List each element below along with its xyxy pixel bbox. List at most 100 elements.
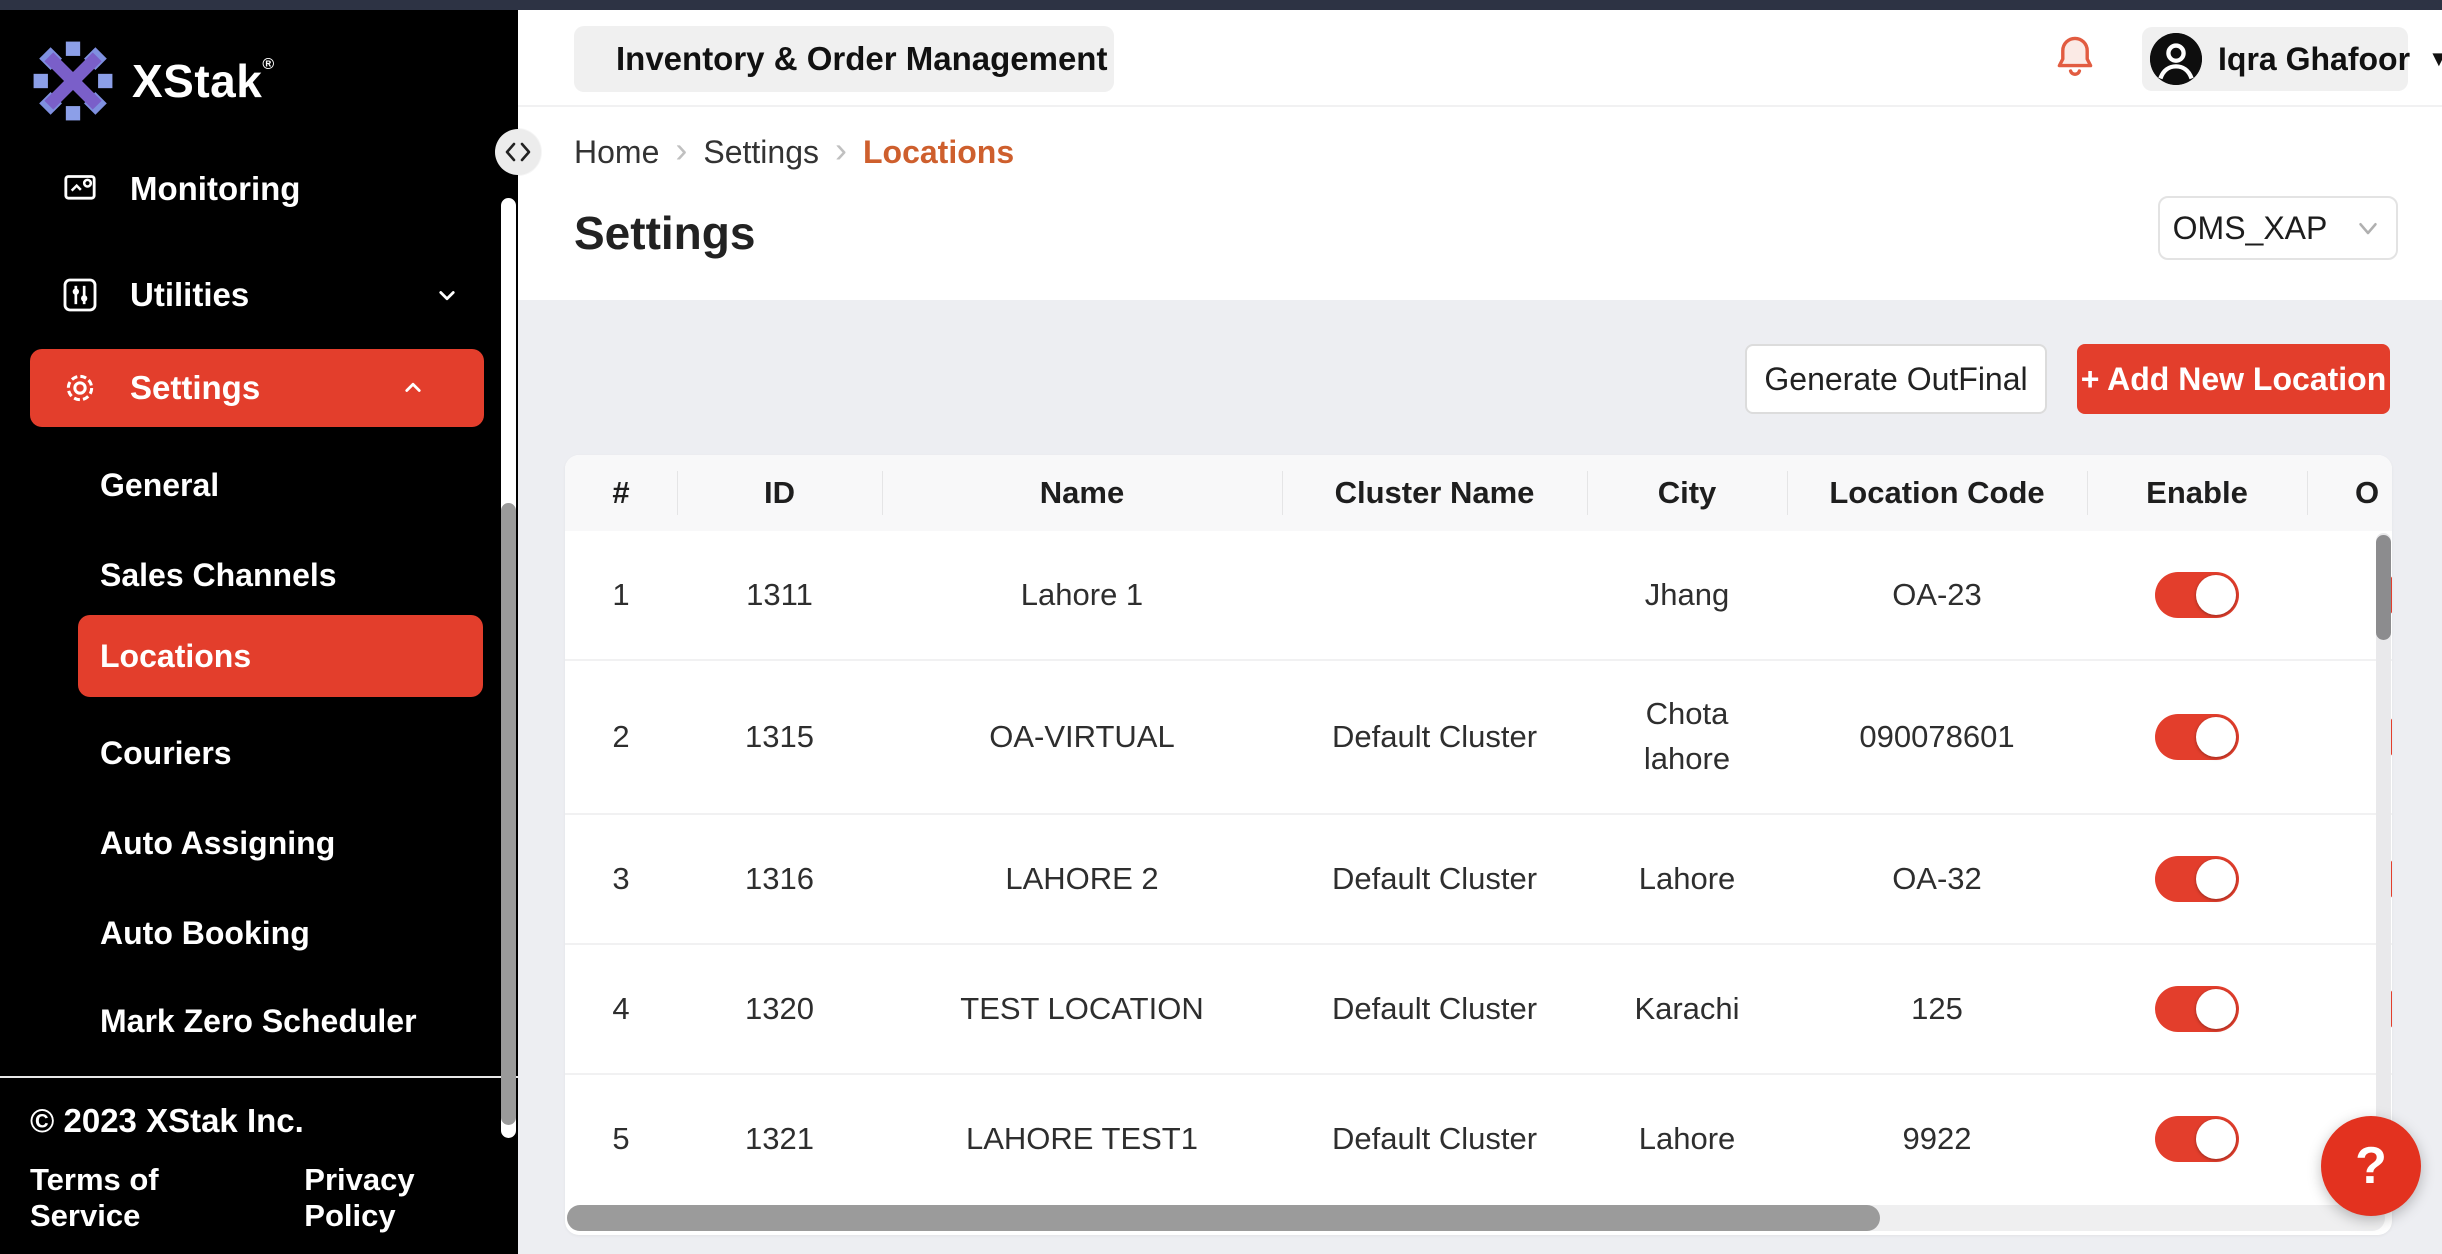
breadcrumb-current: Locations bbox=[863, 134, 1014, 171]
enable-toggle[interactable] bbox=[2155, 986, 2239, 1032]
workspace-select-value: OMS_XAP bbox=[2173, 210, 2328, 247]
cell-location-code: OA-32 bbox=[1787, 815, 2087, 943]
toggle-knob bbox=[2196, 859, 2236, 899]
notifications-bell-icon[interactable] bbox=[2050, 32, 2100, 84]
sidebar-item-auto-booking[interactable]: Auto Booking bbox=[0, 905, 518, 961]
sidebar-collapse-button[interactable] bbox=[495, 129, 541, 175]
enable-toggle[interactable] bbox=[2155, 1116, 2239, 1162]
sidebar-item-general[interactable]: General bbox=[0, 457, 518, 513]
column-header-name: Name bbox=[882, 455, 1282, 531]
cell-city: Lahore bbox=[1587, 815, 1787, 943]
cell-id: 1321 bbox=[677, 1075, 882, 1203]
workspace-select[interactable]: OMS_XAP bbox=[2158, 196, 2398, 260]
breadcrumb: Home › Settings › Locations bbox=[574, 134, 1014, 171]
sidebar: XStak® Monitoring Utilities Settings Genera… bbox=[0, 10, 518, 1254]
cell-city: Chota lahore bbox=[1587, 661, 1787, 813]
sidebar-item-label: Couriers bbox=[100, 735, 232, 772]
column-header-location-code: Location Code bbox=[1787, 455, 2087, 531]
sidebar-item-couriers[interactable]: Couriers bbox=[0, 725, 518, 781]
user-dropdown-caret-icon: ▼ bbox=[2428, 46, 2442, 72]
user-menu[interactable]: Iqra Ghafoor ▼ bbox=[2142, 27, 2408, 91]
cell-enable bbox=[2087, 661, 2307, 813]
app-switcher-label: Inventory & Order Management bbox=[616, 40, 1107, 78]
app-switcher[interactable]: Inventory & Order Management bbox=[574, 26, 1114, 92]
xstak-logo-icon bbox=[30, 38, 116, 124]
cell-name: Lahore 1 bbox=[882, 531, 1282, 659]
copyright-text: © 2023 XStak Inc. bbox=[30, 1102, 488, 1140]
top-window-strip bbox=[0, 0, 2442, 10]
column-header-city: City bbox=[1587, 455, 1787, 531]
column-header-enable: Enable bbox=[2087, 455, 2307, 531]
sidebar-item-settings[interactable]: Settings bbox=[30, 349, 484, 427]
sidebar-item-label: Mark Zero Scheduler bbox=[100, 1003, 417, 1040]
brand-name: XStak® bbox=[132, 54, 275, 108]
sidebar-item-auto-assigning[interactable]: Auto Assigning bbox=[0, 815, 518, 871]
sliders-icon bbox=[58, 275, 102, 315]
cell-name: OA-VIRTUAL bbox=[882, 661, 1282, 813]
user-name: Iqra Ghafoor bbox=[2218, 41, 2410, 78]
toggle-knob bbox=[2196, 989, 2236, 1029]
sidebar-scrollbar[interactable] bbox=[501, 198, 516, 1138]
add-new-location-button[interactable]: + Add New Location bbox=[2077, 344, 2390, 414]
table-horizontal-scrollbar[interactable] bbox=[567, 1205, 2385, 1231]
breadcrumb-separator-icon: › bbox=[835, 132, 847, 168]
help-button[interactable]: ? bbox=[2321, 1116, 2421, 1216]
table-vertical-scrollbar[interactable] bbox=[2376, 533, 2391, 1199]
toggle-knob bbox=[2196, 717, 2236, 757]
cell-city: Lahore bbox=[1587, 1075, 1787, 1203]
sidebar-item-locations[interactable]: Locations bbox=[78, 615, 483, 697]
cell-name: LAHORE TEST1 bbox=[882, 1075, 1282, 1203]
breadcrumb-separator-icon: › bbox=[675, 132, 687, 168]
table-row: 51321LAHORE TEST1Default ClusterLahore99… bbox=[565, 1073, 2392, 1203]
sidebar-item-sales-channels[interactable]: Sales Channels bbox=[0, 547, 518, 603]
locations-table-card: #IDNameCluster NameCityLocation CodeEnab… bbox=[565, 455, 2392, 1235]
column-header-o: O bbox=[2307, 455, 2392, 531]
cell-name: LAHORE 2 bbox=[882, 815, 1282, 943]
chevron-up-icon bbox=[398, 373, 428, 403]
cell-enable bbox=[2087, 945, 2307, 1073]
generate-outfinal-button[interactable]: Generate OutFinal bbox=[1745, 344, 2047, 414]
cell-enable bbox=[2087, 531, 2307, 659]
enable-toggle[interactable] bbox=[2155, 714, 2239, 760]
collapse-chevrons-icon bbox=[503, 141, 533, 163]
cell-city: Karachi bbox=[1587, 945, 1787, 1073]
breadcrumb-settings[interactable]: Settings bbox=[703, 134, 819, 171]
column-header-: # bbox=[565, 455, 677, 531]
enable-toggle[interactable] bbox=[2155, 856, 2239, 902]
sidebar-item-label: Locations bbox=[100, 638, 251, 675]
registered-mark: ® bbox=[262, 56, 274, 73]
table-row: 21315OA-VIRTUALDefault ClusterChota laho… bbox=[565, 659, 2392, 813]
sidebar-item-label: Settings bbox=[130, 369, 260, 407]
cell-name: TEST LOCATION bbox=[882, 945, 1282, 1073]
chevron-down-icon bbox=[432, 280, 462, 310]
sidebar-item-utilities[interactable]: Utilities bbox=[0, 265, 518, 325]
cell-cluster-name: Default Cluster bbox=[1282, 1075, 1587, 1203]
row-number: 2 bbox=[565, 661, 677, 813]
sidebar-item-mark-zero-scheduler[interactable]: Mark Zero Scheduler bbox=[0, 993, 518, 1049]
cell-location-code: 125 bbox=[1787, 945, 2087, 1073]
brand-logo[interactable]: XStak® bbox=[30, 38, 275, 124]
cell-id: 1320 bbox=[677, 945, 882, 1073]
table-row: 11311Lahore 1JhangOA-23 bbox=[565, 531, 2392, 659]
table-horizontal-scrollbar-thumb[interactable] bbox=[567, 1205, 1880, 1231]
table-header-row: #IDNameCluster NameCityLocation CodeEnab… bbox=[565, 455, 2392, 531]
breadcrumb-home[interactable]: Home bbox=[574, 134, 659, 171]
row-number: 5 bbox=[565, 1075, 677, 1203]
topbar: Inventory & Order Management Iqra Ghafoo… bbox=[518, 10, 2442, 107]
row-number: 4 bbox=[565, 945, 677, 1073]
cell-enable bbox=[2087, 815, 2307, 943]
cell-location-code: 090078601 bbox=[1787, 661, 2087, 813]
sidebar-item-monitoring[interactable]: Monitoring bbox=[0, 165, 518, 219]
toggle-knob bbox=[2196, 575, 2236, 615]
terms-of-service-link[interactable]: Terms of Service bbox=[30, 1162, 246, 1234]
table-vertical-scrollbar-thumb[interactable] bbox=[2376, 535, 2391, 640]
table-row: 31316LAHORE 2Default ClusterLahoreOA-32 bbox=[565, 813, 2392, 943]
enable-toggle[interactable] bbox=[2155, 572, 2239, 618]
cell-cluster-name: Default Cluster bbox=[1282, 661, 1587, 813]
sidebar-scrollbar-thumb[interactable] bbox=[501, 503, 516, 1125]
page-header: Inventory & Order Management Iqra Ghafoo… bbox=[518, 10, 2442, 300]
cell-enable bbox=[2087, 1075, 2307, 1203]
cell-cluster-name: Default Cluster bbox=[1282, 945, 1587, 1073]
privacy-policy-link[interactable]: Privacy Policy bbox=[304, 1162, 488, 1234]
page-title: Settings bbox=[574, 206, 755, 260]
